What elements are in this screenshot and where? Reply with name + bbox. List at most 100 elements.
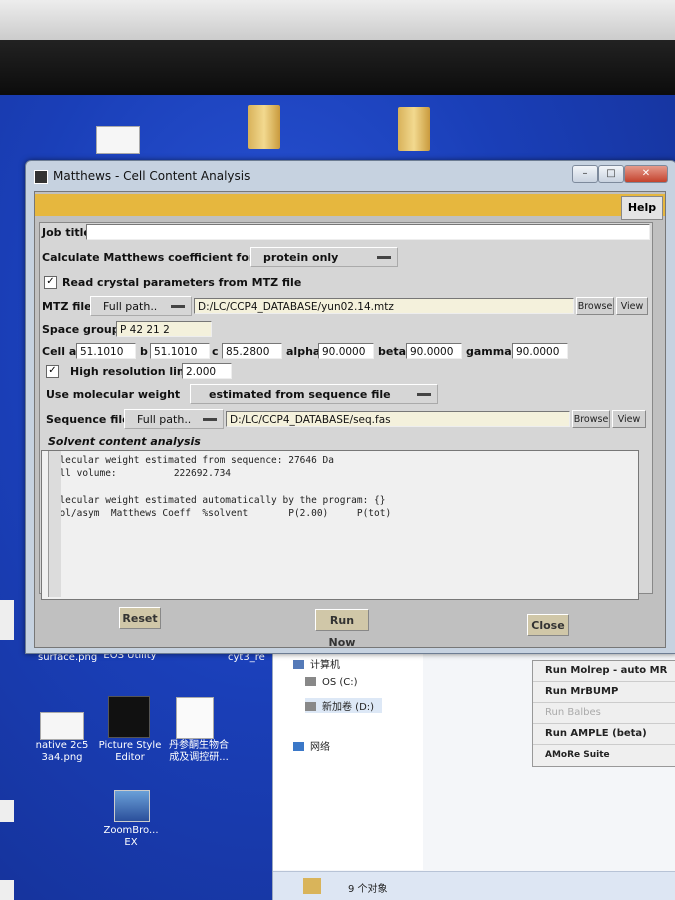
log-line: Molecular weight estimated automatically… [48, 495, 386, 506]
tree-item-computer[interactable]: 计算机 [293, 656, 340, 671]
read-mtz-label: Read crystal parameters from MTZ file [62, 276, 302, 289]
seq-browse-button[interactable]: Browse [572, 410, 610, 428]
ccp4-task-menu: Run Molrep - auto MR Run MrBUMP Run Balb… [532, 660, 675, 767]
log-line: Cell volume: 222692.734 [48, 468, 232, 479]
tree-item-drive-d[interactable]: 新加卷 (D:) [305, 698, 383, 713]
desktop-thumbnail-icon[interactable] [96, 126, 140, 154]
desktop-icon-label: 丹参酮生物合 成及调控研... [169, 740, 229, 763]
seq-path-mode-dropdown[interactable]: Full path.. [124, 409, 224, 429]
tree-item-label: 网络 [310, 742, 330, 753]
navigation-pane: 计算机 OS (C:) 新加卷 (D:) 网络 [273, 640, 423, 870]
zoombrowser-icon [114, 790, 150, 822]
menu-item-balbes: Run Balbes [533, 703, 675, 724]
beta-input[interactable]: 90.0000 [406, 343, 462, 359]
menu-item-mrbump[interactable]: Run MrBUMP [533, 682, 675, 703]
desktop-icon-picture-style[interactable]: Picture Style Editor [94, 740, 166, 764]
cell-b-label: b [140, 345, 148, 358]
alpha-input[interactable]: 90.0000 [318, 343, 374, 359]
header-bar [35, 194, 665, 216]
mtz-file-label: MTZ file [42, 300, 92, 313]
sequence-path-input[interactable]: D:/LC/CCP4_DATABASE/seq.fas [226, 411, 570, 427]
monitor-frame [0, 40, 675, 100]
log-output-area[interactable]: Molecular weight estimated from sequence… [41, 450, 639, 600]
log-scrollbar[interactable] [48, 451, 61, 597]
high-res-label: High resolution limit [70, 365, 198, 378]
desktop-icon-native[interactable]: native 2c5 3a4.png [32, 740, 92, 764]
reset-button[interactable]: Reset [119, 607, 161, 629]
network-icon [293, 742, 304, 751]
desktop-icon-label: native 2c5 3a4.png [35, 740, 89, 763]
drive-icon [305, 677, 316, 686]
folder-icon[interactable] [248, 105, 280, 149]
gamma-input[interactable]: 90.0000 [512, 343, 568, 359]
calc-label: Calculate Matthews coefficient for [42, 251, 255, 264]
menu-item-molrep[interactable]: Run Molrep - auto MR [533, 661, 675, 682]
sequence-file-label: Sequence file [46, 413, 130, 426]
space-group-input[interactable]: P 42 21 2 [116, 321, 212, 337]
pdf-document-icon [176, 697, 214, 739]
desktop-icon-label: Picture Style Editor [98, 740, 162, 763]
log-line: Molecular weight estimated from sequence… [48, 455, 334, 466]
minimize-button[interactable]: – [572, 165, 598, 183]
desktop-icon-document[interactable]: 丹参酮生物合 成及调控研... [160, 740, 238, 764]
cell-a-input[interactable]: 51.1010 [76, 343, 136, 359]
status-bar: 9 个对象 [273, 871, 675, 900]
mw-source-value: estimated from sequence file [209, 388, 391, 401]
mtz-path-input[interactable]: D:/LC/CCP4_DATABASE/yun02.14.mtz [194, 298, 574, 314]
seq-view-button[interactable]: View [612, 410, 646, 428]
status-text: 9 个对象 [348, 884, 388, 895]
image-thumbnail-icon [40, 712, 84, 740]
dropdown-indicator-icon [417, 393, 431, 396]
mtz-browse-button[interactable]: Browse [576, 297, 614, 315]
desktop-icon-zoombrowser[interactable]: ZoomBro... EX [98, 825, 164, 849]
log-line: Nmol/asym Matthews Coeff %solvent P(2.00… [48, 508, 392, 519]
path-mode-value: Full path.. [103, 300, 158, 313]
high-res-input[interactable]: 2.000 [182, 363, 232, 379]
path-mode-value: Full path.. [137, 413, 192, 426]
job-title-label: Job title [42, 226, 91, 239]
cell-b-input[interactable]: 51.1010 [150, 343, 210, 359]
mtz-path-mode-dropdown[interactable]: Full path.. [90, 296, 192, 316]
picture-style-icon [108, 696, 150, 738]
mtz-view-button[interactable]: View [616, 297, 648, 315]
desktop-icon-label: ZoomBro... EX [103, 825, 159, 848]
read-mtz-checkbox[interactable]: ✓ [44, 276, 57, 289]
calc-type-value: protein only [263, 251, 339, 264]
tree-item-label: 新加卷 (D:) [322, 702, 375, 713]
help-button[interactable]: Help [621, 196, 663, 220]
cell-c-input[interactable]: 85.2800 [222, 343, 282, 359]
tree-item-label: 计算机 [310, 660, 340, 671]
dialog-body: Help Job title Calculate Matthews coeffi… [34, 191, 666, 649]
folder-icon[interactable] [398, 107, 430, 151]
calc-type-dropdown[interactable]: protein only [250, 247, 398, 267]
space-group-label: Space group [42, 323, 120, 336]
run-now-button[interactable]: Run Now [315, 609, 369, 649]
tree-item-network[interactable]: 网络 [293, 738, 330, 753]
title-bar[interactable]: Matthews - Cell Content Analysis – □ ✕ [26, 161, 675, 191]
drive-icon [305, 702, 316, 711]
app-icon [34, 170, 48, 184]
high-res-checkbox[interactable]: ✓ [46, 365, 59, 378]
solvent-content-heading: Solvent content analysis [48, 435, 201, 448]
partial-icon [0, 600, 14, 640]
dropdown-indicator-icon [377, 256, 391, 259]
tree-item-label: OS (C:) [322, 677, 358, 688]
menu-item-amore[interactable]: AMoRe Suite [533, 745, 675, 765]
window-title: Matthews - Cell Content Analysis [53, 169, 251, 183]
cell-c-label: c [212, 345, 219, 358]
maximize-button[interactable]: □ [598, 165, 624, 183]
folder-icon [303, 878, 321, 894]
gamma-label: gamma [466, 345, 512, 358]
job-title-input[interactable] [86, 224, 650, 240]
partial-icon [0, 880, 14, 900]
close-button[interactable]: Close [527, 614, 569, 636]
tree-item-drive-c[interactable]: OS (C:) [305, 677, 358, 688]
alpha-label: alpha [286, 345, 321, 358]
beta-label: beta [378, 345, 407, 358]
menu-item-ample[interactable]: Run AMPLE (beta) [533, 724, 675, 745]
close-window-button[interactable]: ✕ [624, 165, 668, 183]
matthews-dialog: Matthews - Cell Content Analysis – □ ✕ H… [25, 160, 675, 654]
dropdown-indicator-icon [171, 305, 185, 308]
partial-icon [0, 800, 14, 822]
mw-source-dropdown[interactable]: estimated from sequence file [190, 384, 438, 404]
